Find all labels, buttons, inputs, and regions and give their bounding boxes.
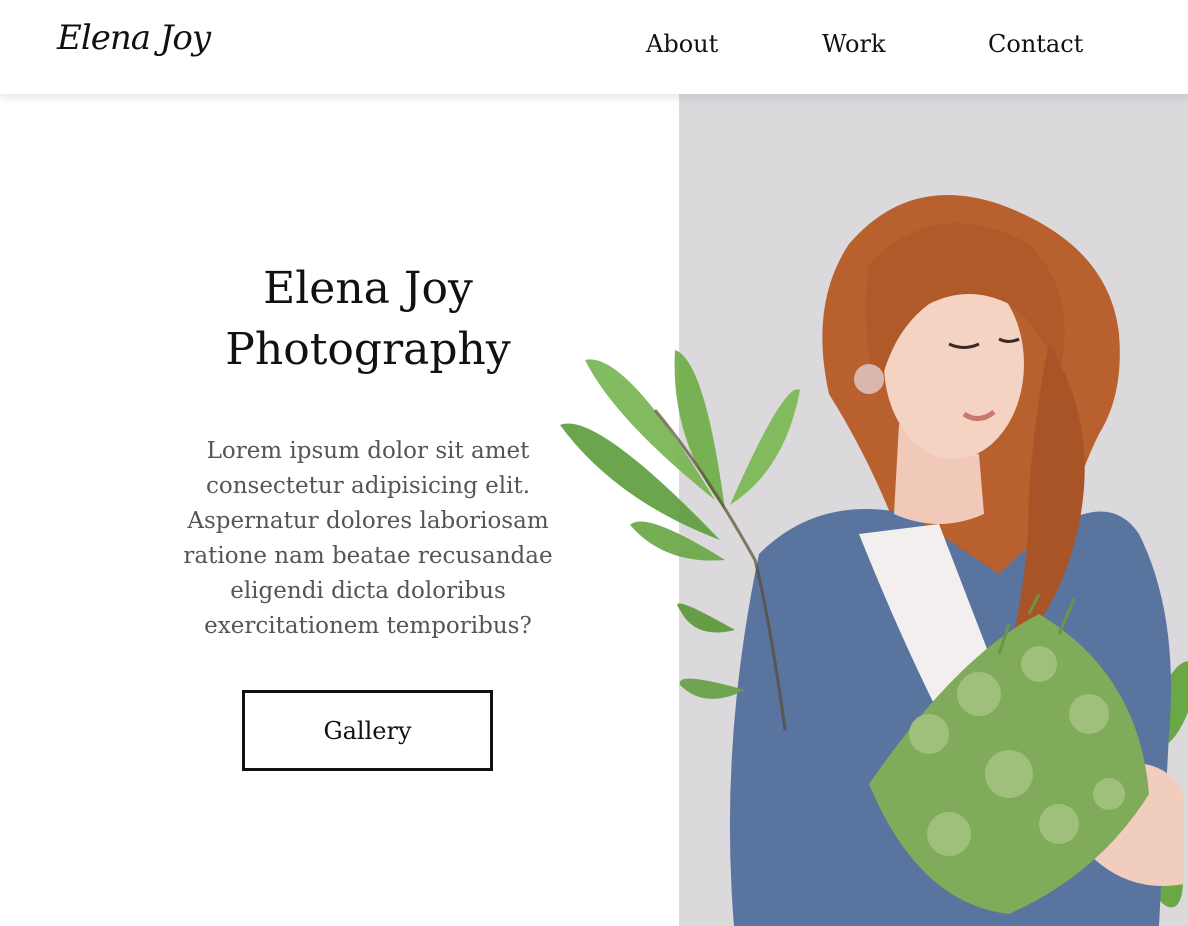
site-header: Elena Joy About Work Contact	[0, 0, 1188, 94]
hero-description-line: Aspernatur dolores laboriosam	[187, 508, 549, 534]
logo[interactable]: Elena Joy	[57, 18, 211, 58]
green-leaves-decoration	[560, 350, 800, 731]
hero-description-line: eligendi dicta doloribus	[230, 578, 506, 604]
nav-about-link[interactable]: About	[646, 30, 718, 58]
hero-content: Elena Joy Photography Lorem ipsum dolor …	[170, 258, 566, 644]
hero-description: Lorem ipsum dolor sit amet consectetur a…	[170, 434, 566, 644]
nav-work-link[interactable]: Work	[822, 30, 886, 58]
hero-title: Elena Joy Photography	[170, 258, 566, 380]
hero-description-line: Lorem ipsum dolor sit amet	[206, 438, 530, 464]
hero-title-line-2: Photography	[225, 324, 511, 375]
hero-description-line: ratione nam beatae recusandae	[183, 543, 553, 569]
hero-description-line: exercitationem temporibus?	[204, 613, 532, 639]
hero-description-line: consectetur adipisicing elit.	[205, 473, 531, 499]
hero-title-line-1: Elena Joy	[263, 263, 473, 314]
nav-contact-link[interactable]: Contact	[988, 30, 1083, 58]
gallery-button[interactable]: Gallery	[242, 690, 493, 771]
